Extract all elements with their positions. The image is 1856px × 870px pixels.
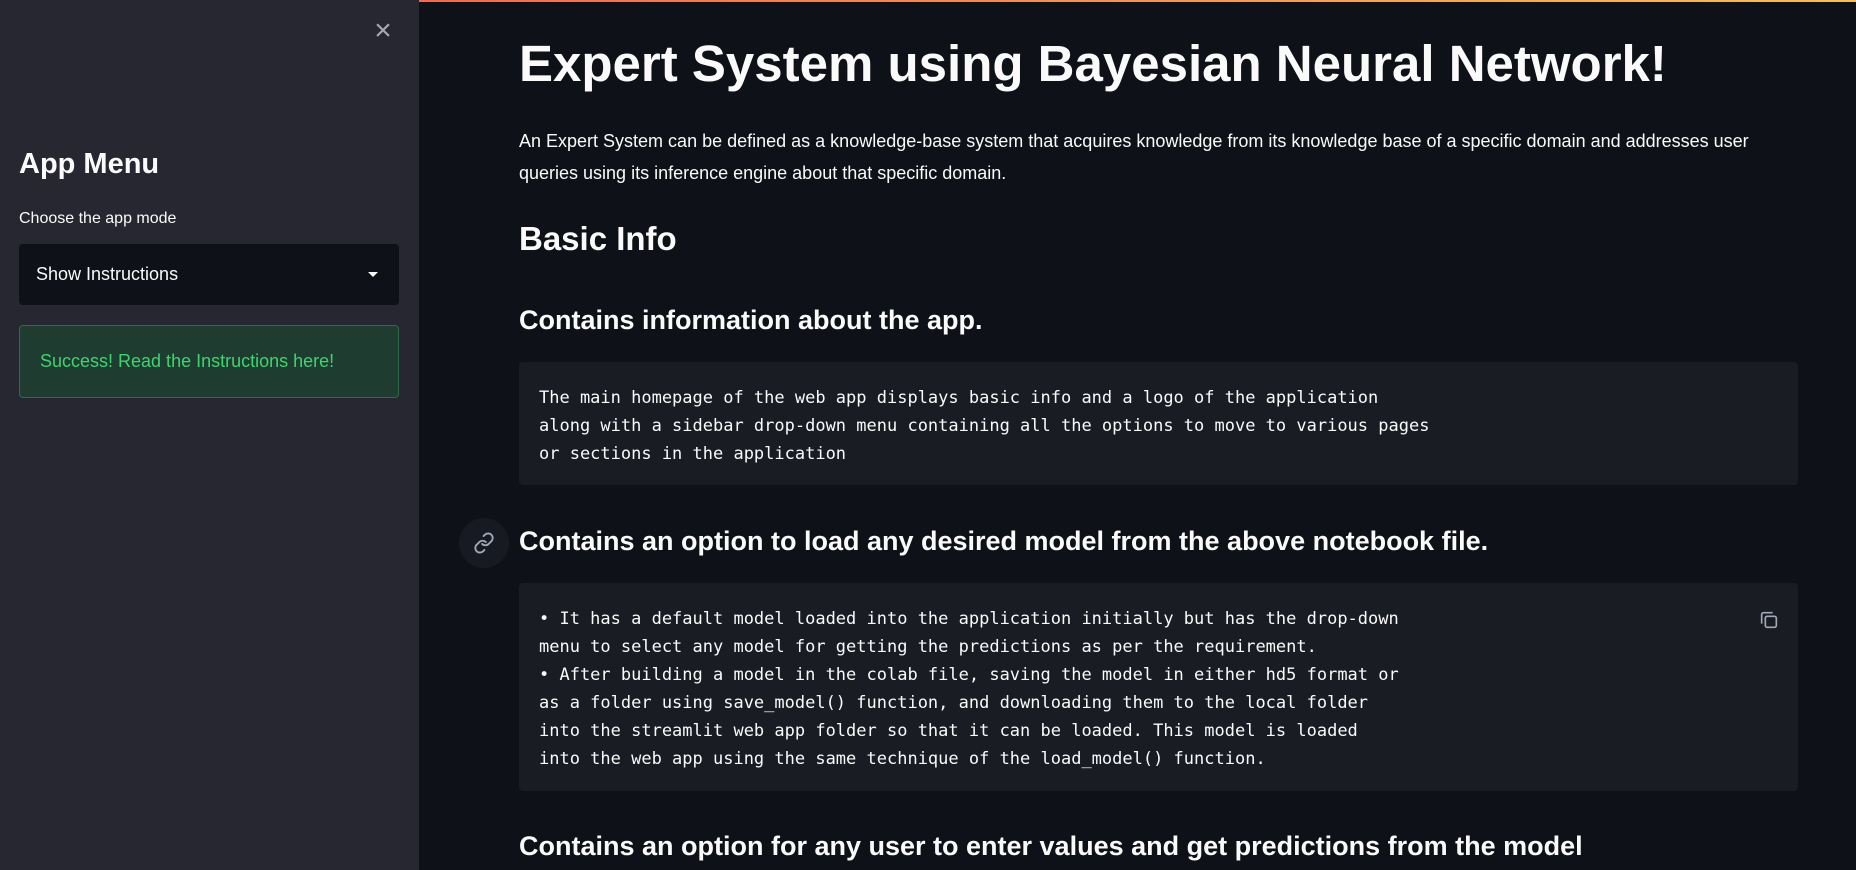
app-mode-selected-value: Show Instructions — [36, 264, 179, 284]
code-block-app-info: The main homepage of the web app display… — [519, 362, 1798, 485]
page-title: Expert System using Bayesian Neural Netw… — [519, 35, 1667, 92]
anchor-link-icon[interactable] — [459, 518, 509, 568]
section-heading-app-info: Contains information about the app. — [519, 305, 983, 335]
section-heading-load-model: Contains an option to load any desired m… — [519, 526, 1489, 556]
code-line: • It has a default model loaded into the… — [539, 609, 1399, 629]
success-alert: Success! Read the Instructions here! — [19, 325, 399, 398]
code-line: as a folder using save_model() function,… — [539, 693, 1369, 713]
code-line: into the web app using the same techniqu… — [539, 749, 1266, 769]
code-line: menu to select any model for getting the… — [539, 637, 1317, 657]
intro-paragraph: An Expert System can be defined as a kno… — [519, 131, 1749, 183]
app-mode-select[interactable]: Show Instructions — [19, 244, 399, 305]
success-alert-text: Success! Read the Instructions here! — [40, 351, 335, 371]
sidebar-title: App Menu — [19, 148, 160, 180]
code-line: into the streamlit web app folder so tha… — [539, 721, 1358, 741]
code-line: The main homepage of the web app display… — [539, 388, 1379, 408]
code-line: or sections in the application — [539, 444, 847, 464]
code-block-load-model: • It has a default model loaded into the… — [519, 583, 1798, 791]
copy-icon[interactable] — [1758, 609, 1780, 631]
sidebar: × App Menu Choose the app mode Show Inst… — [0, 0, 419, 870]
section-heading-predictions: Contains an option for any user to enter… — [519, 831, 1583, 861]
basic-info-heading: Basic Info — [519, 220, 677, 257]
app-mode-label: Choose the app mode — [19, 210, 177, 227]
caret-down-icon — [368, 272, 378, 277]
code-line: • After building a model in the colab fi… — [539, 665, 1399, 685]
close-icon[interactable]: × — [368, 16, 398, 46]
code-line: along with a sidebar drop-down menu cont… — [539, 416, 1430, 436]
